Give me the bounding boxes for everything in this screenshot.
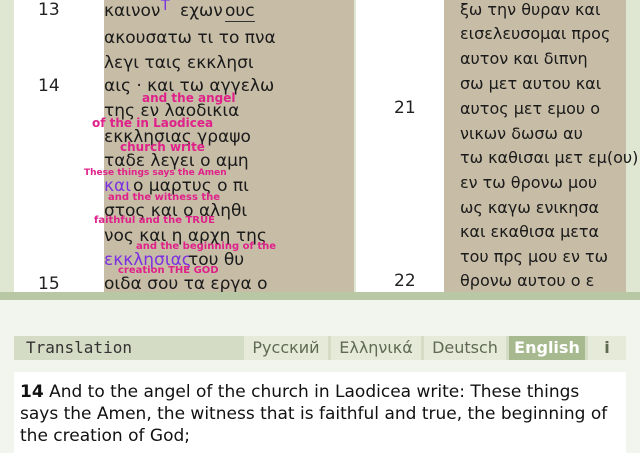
greek-line: εν τω θρονω μου bbox=[460, 173, 598, 192]
greek-line: καινον bbox=[104, 1, 161, 21]
translation-title: Translation bbox=[26, 338, 132, 357]
gloss-witness: and the witness the bbox=[108, 192, 221, 203]
tab-greek[interactable]: Ελληνικά bbox=[331, 336, 421, 360]
gloss-these-things: These things says the Amen bbox=[84, 168, 227, 178]
greek-line: τω καθισαι μετ εμ(ου) bbox=[460, 148, 639, 167]
greek-line: και εκαθισα μετα bbox=[460, 222, 600, 241]
gloss-creation: creation THE GOD bbox=[118, 265, 219, 276]
verse-number-14: 14 bbox=[38, 76, 60, 96]
greek-line: ως καγω ενικησα bbox=[460, 198, 600, 217]
verse-number-13: 13 bbox=[38, 0, 60, 20]
greek-line: αυτον και διπνη bbox=[460, 49, 588, 68]
greek-line: ακουσατω τι το πνα bbox=[104, 28, 276, 48]
verse-number-21: 21 bbox=[394, 98, 416, 118]
greek-line: εισελευσομαι προς bbox=[460, 24, 611, 43]
greek-line: οιδα σου τα εργα ο bbox=[104, 274, 268, 294]
greek-line: του πρς μου εν τω bbox=[460, 247, 609, 266]
greek-line: θρονω αυτου ο ε bbox=[460, 271, 595, 290]
translation-verse-number: 14 bbox=[20, 382, 44, 402]
gloss-the-angel: and the angel bbox=[142, 91, 236, 105]
tab-russian[interactable]: Русский bbox=[244, 336, 328, 360]
gloss-church-write: church write bbox=[120, 140, 205, 154]
tau-mark: Τ bbox=[161, 0, 170, 14]
gloss-laodicea: of the in Laodicea bbox=[92, 116, 214, 130]
greek-line: σω μετ αυτου και bbox=[460, 74, 602, 93]
greek-line: νικων δωσω αυ bbox=[460, 124, 583, 143]
manuscript-view: 13 14 15 καινον Τ εχων ουc ακουσατω τι τ… bbox=[0, 0, 640, 298]
greek-line: ξω την θυραν και bbox=[460, 0, 601, 19]
tab-german[interactable]: Deutsch bbox=[424, 336, 506, 360]
info-icon[interactable]: i bbox=[588, 336, 626, 360]
translation-text: 14 And to the angel of the church in Lao… bbox=[20, 381, 620, 447]
verse-number-15: 15 bbox=[38, 274, 60, 294]
gloss-beginning: and the beginning of the bbox=[136, 241, 277, 252]
verse-number-22: 22 bbox=[394, 271, 416, 291]
greek-line: λεγι ταις εκκλησι bbox=[104, 53, 254, 73]
gloss-faithful: faithful and the TRUE bbox=[94, 215, 215, 226]
section-divider bbox=[0, 292, 640, 300]
greek-word: εχων bbox=[180, 1, 223, 21]
tab-english[interactable]: English bbox=[509, 336, 585, 360]
greek-line: αυτος μετ εμου ο bbox=[460, 99, 600, 118]
translation-verse-text: And to the angel of the church in Laodic… bbox=[20, 382, 608, 446]
greek-word-underlined: ουc bbox=[225, 1, 255, 22]
